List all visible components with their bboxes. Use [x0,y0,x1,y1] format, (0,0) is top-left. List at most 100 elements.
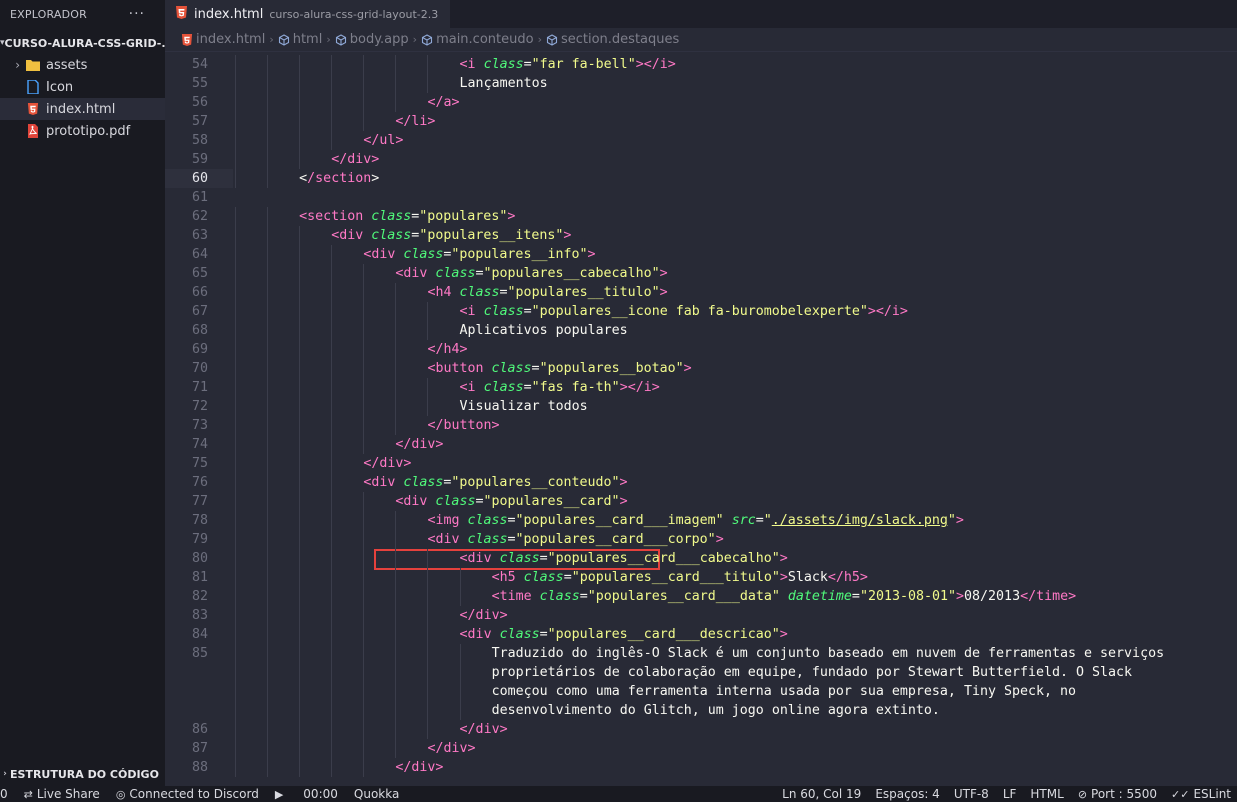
indent-guide [235,321,236,340]
code-token: </div> [459,722,508,737]
indent-guide [427,682,429,701]
breadcrumb-item[interactable]: index.html [181,32,265,47]
indent-guide [267,112,269,131]
breadcrumb-label: html [292,32,323,47]
indent-guide [363,321,365,340]
code-token: <i [459,380,484,395]
status-item[interactable]: ⇄ Live Share [24,787,100,801]
code-token: "populares__card___descricao" [547,627,780,642]
file-tree-item[interactable]: › assets [0,54,165,76]
code-token: <h4 [427,285,460,300]
code-line: 64 <div class="populares__info"> [165,245,1237,264]
code-token: > [683,361,692,376]
indent-guide [363,644,365,663]
code-token: class [467,532,508,547]
status-item[interactable]: ⊘ Port : 5500 [1078,787,1157,801]
code-text: <div class="populares__itens"> [331,226,571,245]
code-token: ./assets/img/slack.png [771,513,948,528]
indent-guide [267,625,269,644]
code-token: class [483,57,524,72]
code-line: 86 </div> [165,720,1237,739]
indent-guide [235,131,236,150]
code-text: </div> [460,720,508,739]
indent-guide [267,340,269,359]
indent-guide [427,321,429,340]
code-token: "populares__cabecalho" [483,266,660,281]
indent-guide [395,625,397,644]
indent-guide [299,264,301,283]
file-tree-item[interactable]: prototipo.pdf [0,120,165,142]
more-actions-icon[interactable]: ··· [129,6,145,22]
code-text: <img class="populares__card___imagem" sr… [427,511,963,530]
code-line: 83 </div> [165,606,1237,625]
outline-section[interactable]: › ESTRUTURA DO CÓDIGO [0,762,165,786]
file-tree-item[interactable]: Icon [0,76,165,98]
code-line: 66 <h4 class="populares__titulo"> [165,283,1237,302]
indent-guide [267,131,269,150]
code-token: </i> [875,304,908,319]
folder-icon [26,58,40,72]
status-item[interactable]: Espaços: 4 [875,787,940,801]
indent-guide [299,511,301,530]
indent-guide [331,568,333,587]
code-token: class [371,209,412,224]
indent-guide [395,720,397,739]
code-editor[interactable]: 54 <i class="far fa-bell"></i> 55 Lançament… [165,53,1237,786]
status-item[interactable]: ▶ [275,788,287,801]
indent-guide [267,682,269,701]
status-item[interactable]: 0 [0,787,8,801]
code-line: 74 </div> [165,435,1237,454]
code-token: <time [491,589,540,604]
code-line: 77 <div class="populares__card"> [165,492,1237,511]
status-item[interactable]: 00:00 [303,787,338,801]
status-item[interactable]: Ln 60, Col 19 [782,787,861,801]
breadcrumb-item[interactable]: main.conteudo [421,32,534,47]
breadcrumb-item[interactable]: html [278,32,323,47]
tab-index-html[interactable]: index.html curso-alura-css-grid-layout-2… [165,0,451,28]
indent-guide [299,74,301,93]
code-token: <i [459,304,484,319]
code-token: </div> [331,152,380,167]
indent-guide [299,549,301,568]
workspace-folder-label: CURSO-ALURA-CSS-GRID-... [4,36,165,50]
indent-guide [395,397,397,416]
code-line: 63 <div class="populares__itens"> [165,226,1237,245]
code-token: </div> [427,741,476,756]
chevron-right-icon: › [269,33,274,46]
status-item[interactable]: ◎ Connected to Discord [116,787,259,801]
code-token: </i> [627,380,660,395]
indent-guide [363,397,365,416]
indent-guide [331,321,333,340]
status-item[interactable]: LF [1003,787,1017,801]
status-item[interactable]: Quokka [354,787,399,801]
indent-guide [235,587,236,606]
code-token: > [715,532,724,547]
line-number: 63 [191,228,208,243]
breadcrumb-item[interactable]: section.destaques [546,32,679,47]
code-token: <div [363,247,404,262]
code-text: Lançamentos [460,74,548,93]
status-item[interactable]: ✓✓ ESLint [1171,787,1231,801]
status-item[interactable]: UTF-8 [954,787,989,801]
line-number: 55 [191,76,208,91]
line-number: 81 [191,570,208,585]
indent-guide [299,55,301,74]
indent-guide [267,549,269,568]
workspace-folder[interactable]: ▾ CURSO-ALURA-CSS-GRID-... [0,32,165,54]
indent-guide [299,663,301,682]
status-item[interactable]: HTML [1030,787,1063,801]
code-line: 65 <div class="populares__cabecalho"> [165,264,1237,283]
indent-guide [235,492,236,511]
indent-guide [299,283,301,302]
code-token: class [459,285,500,300]
explorer-header: EXPLORADOR ··· [0,0,165,28]
code-token: class [435,494,476,509]
indent-guide [299,112,301,131]
status-label: 0 [0,787,8,801]
indent-guide [235,511,236,530]
indent-guide [299,454,301,473]
indent-guide [363,511,365,530]
code-line: 73 </button> [165,416,1237,435]
file-tree-item[interactable]: index.html [0,98,165,120]
breadcrumb-item[interactable]: body.app [335,32,409,47]
